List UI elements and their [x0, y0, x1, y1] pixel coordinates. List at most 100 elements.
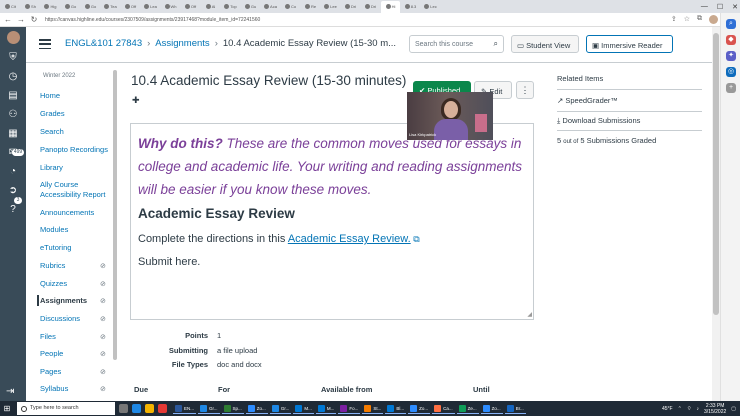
reload-icon[interactable]: ↻: [29, 15, 39, 24]
edge-tools-icon[interactable]: ✦: [726, 51, 736, 61]
download-submissions-link[interactable]: ⤓ Download Submissions: [557, 116, 640, 126]
groups-icon[interactable]: ⚇: [5, 107, 21, 121]
page-scrollbar[interactable]: [712, 27, 720, 401]
edge-shopping-icon[interactable]: ◆: [726, 35, 736, 45]
minimize-icon[interactable]: —: [701, 3, 708, 10]
browser-tab[interactable]: Sh: [21, 1, 40, 12]
browser-tab[interactable]: Hig: [41, 1, 60, 12]
browser-tab[interactable]: Aca: [261, 1, 280, 12]
browser-tab[interactable]: Off: [121, 1, 140, 12]
back-icon[interactable]: ←: [3, 15, 13, 24]
browser-tab[interactable]: Dri: [361, 1, 380, 12]
edge-add-icon[interactable]: +: [726, 83, 736, 93]
taskbar-app[interactable]: St...: [362, 403, 384, 414]
browser-tab[interactable]: Wh: [161, 1, 180, 12]
taskbar-search-input[interactable]: Type here to search: [17, 402, 115, 415]
browser-tab[interactable]: 8.3: [401, 1, 420, 12]
course-nav-announcements[interactable]: Announcements: [40, 208, 112, 218]
course-nav-library[interactable]: Library: [40, 163, 112, 173]
account-icon[interactable]: [5, 30, 21, 44]
divider: [557, 89, 702, 90]
taskbar-app[interactable]: Ze...: [456, 403, 479, 414]
scroll-thumb[interactable]: [713, 33, 719, 315]
browser-tab[interactable]: Tea: [101, 1, 120, 12]
browser-tab[interactable]: Go: [81, 1, 100, 12]
taskbar-app[interactable]: Zo...: [408, 403, 431, 414]
edge-outlook-icon[interactable]: ◎: [726, 67, 736, 77]
network-icon[interactable]: ⌔: [687, 406, 692, 412]
calendar-icon[interactable]: ▦: [5, 126, 21, 140]
weather-widget[interactable]: 45°F: [662, 406, 673, 412]
course-nav-panopto-recordings[interactable]: Panopto Recordings: [40, 145, 112, 155]
taskbar-app[interactable]: EN...: [173, 403, 197, 414]
edge-search-icon[interactable]: ⌕: [726, 19, 736, 29]
taskbar-app[interactable]: Br...: [504, 403, 526, 414]
browser-tab[interactable]: Hi: [381, 0, 400, 13]
browser-tab[interactable]: Top: [221, 1, 240, 12]
student-view-button[interactable]: ▭ Student View: [511, 35, 579, 53]
browser-tab[interactable]: Co: [281, 1, 300, 12]
browser-tab[interactable]: Cit: [1, 1, 20, 12]
course-nav-grades[interactable]: Grades: [40, 109, 112, 119]
course-nav-etutoring[interactable]: eTutoring: [40, 243, 112, 253]
profile-avatar[interactable]: [709, 15, 718, 24]
taskbar-app[interactable]: Gr...: [198, 403, 220, 414]
browser-tab[interactable]: Lee: [321, 1, 340, 12]
system-tray: 45°F ⌃ ⌔ ♪ 2:33 PM 3/15/2022 ▢: [662, 401, 736, 416]
immersive-reader-button[interactable]: ▣ Immersive Reader: [586, 35, 673, 53]
browser-tab[interactable]: Off: [181, 1, 200, 12]
breadcrumb-course[interactable]: ENGL&101 27843: [65, 38, 142, 49]
history-icon[interactable]: ◔: [5, 164, 21, 178]
notifications-icon[interactable]: ▢: [731, 406, 736, 412]
clock[interactable]: 2:33 PM 3/15/2022: [704, 403, 726, 415]
browser-tab[interactable]: Lec: [421, 1, 440, 12]
browser-tab[interactable]: Go: [61, 1, 80, 12]
taskbar-app[interactable]: Ca...: [432, 403, 455, 414]
taskbar-app[interactable]: Fo...: [338, 403, 361, 414]
more-options-icon[interactable]: ⋮: [516, 81, 534, 99]
resize-grip-icon[interactable]: ◢: [527, 311, 532, 318]
browser-tab[interactable]: Gu: [241, 1, 260, 12]
taskbar-app[interactable]: M...: [293, 403, 314, 414]
browser-tab[interactable]: Dri: [341, 1, 360, 12]
taskbar-app[interactable]: Gr...: [269, 403, 292, 414]
volume-icon[interactable]: ♪: [697, 406, 700, 412]
taskbar-app[interactable]: Zo...: [480, 403, 503, 414]
course-nav-search[interactable]: Search: [40, 127, 112, 137]
close-window-icon[interactable]: ✕: [732, 3, 738, 11]
course-search-input[interactable]: Search this course ⌕: [409, 35, 504, 53]
file-explorer-icon[interactable]: [145, 404, 154, 413]
taskbar-app[interactable]: M...: [315, 403, 337, 414]
admin-icon[interactable]: ⛨: [5, 50, 21, 64]
taskbar-app[interactable]: Sp...: [221, 403, 244, 414]
course-nav-scrollbar[interactable]: [113, 70, 117, 360]
course-nav-modules[interactable]: Modules: [40, 225, 112, 235]
breadcrumb-assignments[interactable]: Assignments: [155, 38, 209, 49]
maximize-icon[interactable]: ☐: [717, 3, 723, 11]
url-field[interactable]: https://canvas.highline.edu/courses/2307…: [45, 17, 260, 23]
courses-icon[interactable]: ▤: [5, 88, 21, 102]
taskbar-app[interactable]: Bl...: [385, 403, 407, 414]
bookmark-star-icon[interactable]: ☆: [684, 15, 690, 24]
taskbar-app[interactable]: Zo...: [245, 403, 268, 414]
edge-taskbar-icon[interactable]: [132, 404, 141, 413]
commons-icon[interactable]: ➲: [5, 183, 21, 197]
course-nav-ally-course-accessibility-report[interactable]: Ally Course Accessibility Report: [40, 180, 112, 200]
share-icon[interactable]: ⇪: [671, 15, 677, 24]
academic-essay-review-link[interactable]: Academic Essay Review.: [288, 233, 411, 245]
browser-tab[interactable]: Al: [201, 1, 220, 12]
browser-tab[interactable]: Re: [301, 1, 320, 12]
course-nav-home[interactable]: Home: [40, 91, 112, 101]
forward-icon[interactable]: →: [16, 15, 26, 24]
task-view-icon[interactable]: [119, 404, 128, 413]
speedgrader-link[interactable]: ↗ SpeedGrader™: [557, 96, 618, 105]
browser-tab[interactable]: Lea: [141, 1, 160, 12]
hamburger-menu-icon[interactable]: [39, 39, 51, 49]
extensions-icon[interactable]: ⧉: [697, 15, 702, 24]
tray-overflow-icon[interactable]: ⌃: [678, 406, 682, 412]
chrome-taskbar-icon[interactable]: [158, 404, 167, 413]
help-icon[interactable]: ?: [5, 202, 21, 216]
windows-start-icon[interactable]: ⊞: [0, 404, 14, 413]
dashboard-icon[interactable]: ◷: [5, 69, 21, 83]
collapse-nav-icon[interactable]: ⇥: [6, 386, 14, 397]
